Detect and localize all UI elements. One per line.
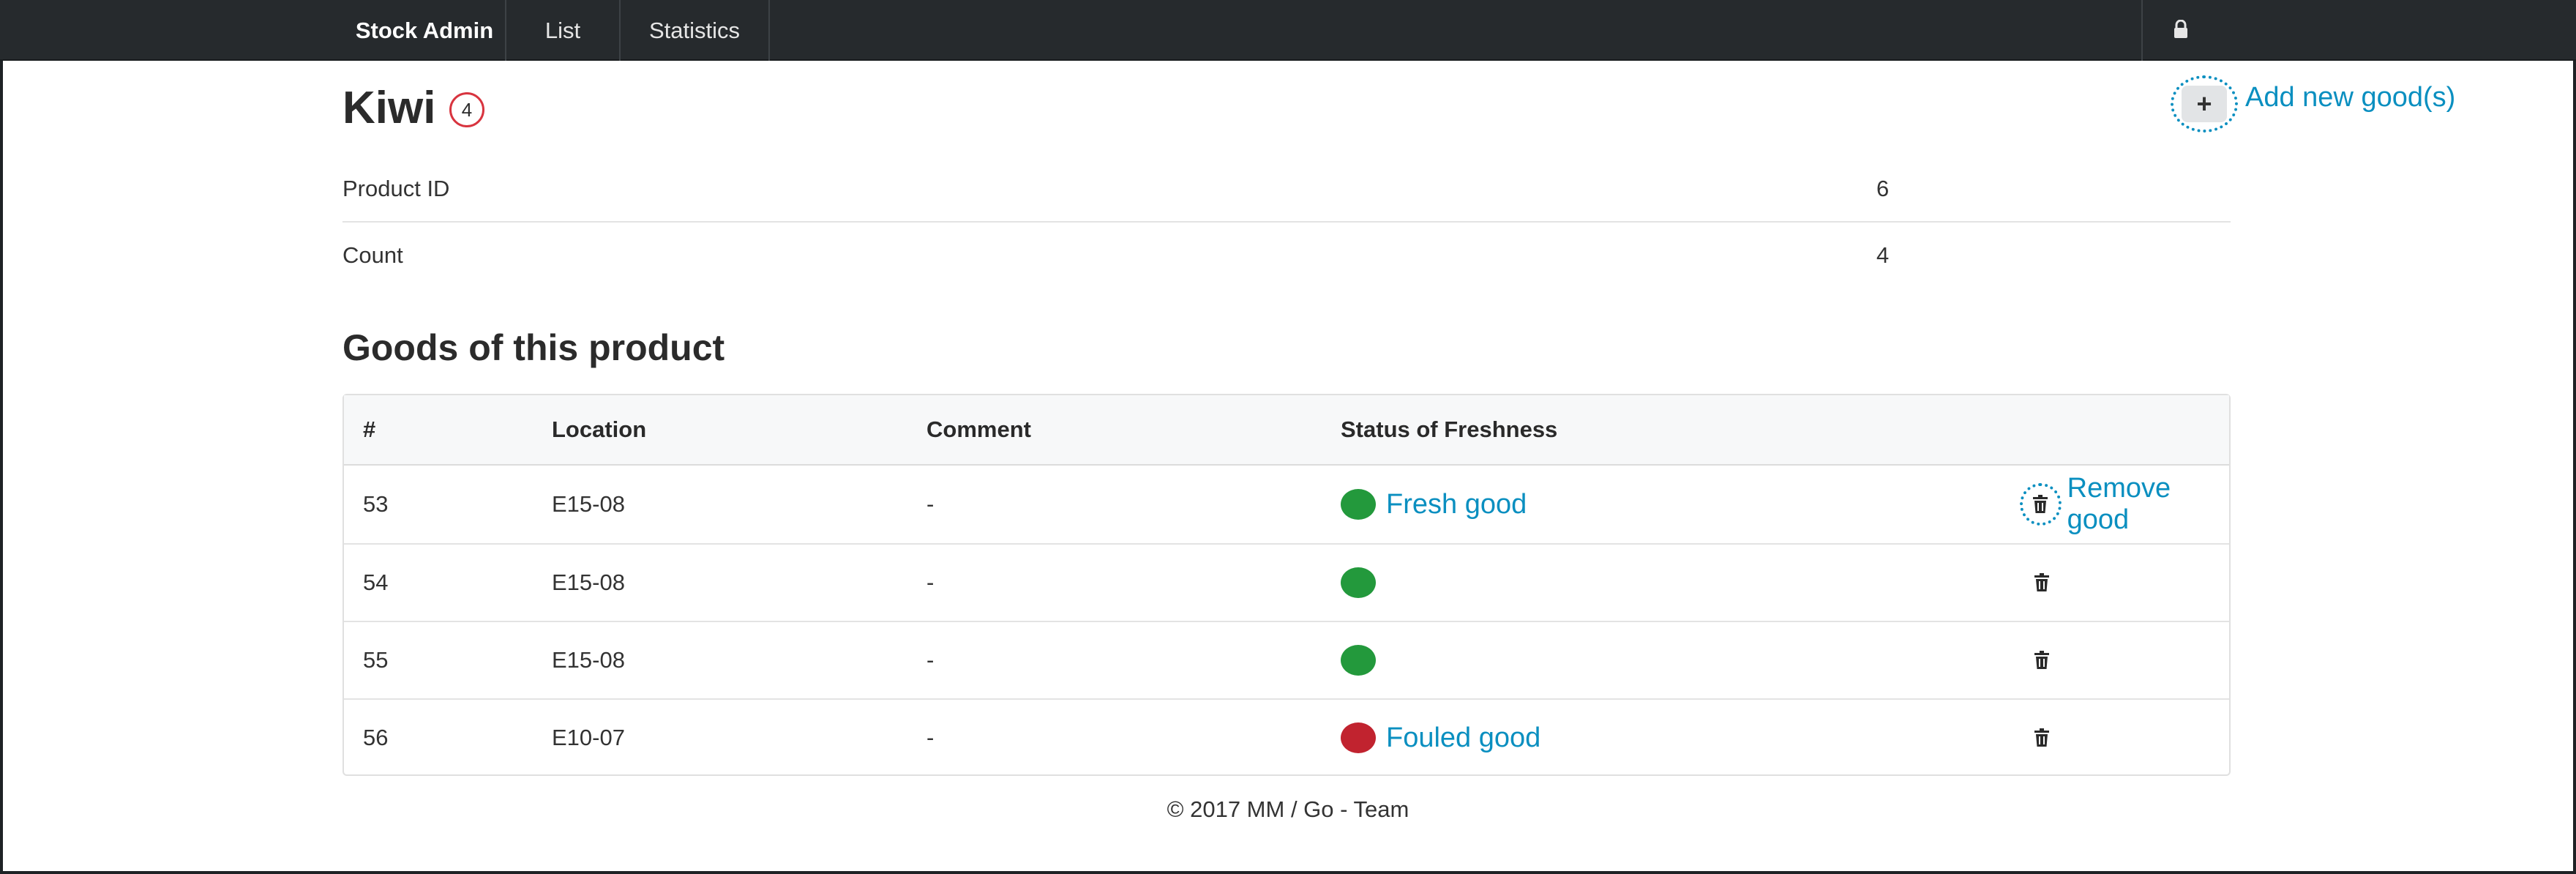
column-header-location: Location [552, 417, 647, 442]
fresh-status-dot [1341, 567, 1376, 598]
row-location: E15-08 [552, 647, 625, 673]
delete-cell [2020, 622, 2064, 698]
row-location: E15-08 [552, 569, 625, 595]
freshness-status: Fresh good [1341, 466, 1527, 543]
row-location: E15-08 [552, 491, 625, 517]
nav-item-statistics[interactable]: Statistics [621, 0, 770, 61]
info-label: Count [342, 242, 403, 268]
lock-icon[interactable] [2166, 15, 2195, 44]
trash-icon [2034, 573, 2049, 591]
column-header-number: # [363, 417, 376, 442]
page-title: Kiwi [342, 83, 436, 133]
row-comment: - [926, 725, 935, 750]
delete-cell [2020, 545, 2064, 621]
fresh-good-annotation: Fresh good [1386, 488, 1527, 520]
trash-icon [2034, 728, 2049, 747]
delete-button[interactable] [2020, 639, 2064, 681]
info-value: 6 [1876, 176, 1890, 201]
section-title: Goods of this product [342, 327, 725, 368]
nav-divider [2141, 0, 2143, 61]
column-header-freshness: Status of Freshness [1341, 417, 1558, 442]
row-comment: - [926, 647, 935, 673]
info-row-count: Count 4 [342, 223, 2231, 288]
fresh-status-dot [1341, 489, 1376, 520]
goods-table: # Location Comment Status of Freshness 5… [342, 394, 2231, 776]
row-location: E10-07 [552, 725, 625, 750]
row-id: 54 [363, 569, 389, 595]
table-row: 55 E15-08 - [344, 621, 2229, 698]
row-comment: - [926, 491, 935, 517]
delete-button[interactable] [2020, 483, 2062, 526]
table-row: 53 E15-08 - Fresh good Remove good [344, 466, 2229, 543]
freshness-status: Fouled good [1341, 700, 1540, 776]
table-header: # Location Comment Status of Freshness [344, 395, 2229, 466]
nav-item-list[interactable]: List [506, 0, 621, 61]
table-row: 54 E15-08 - [344, 543, 2229, 621]
nav-brand[interactable]: Stock Admin [344, 0, 506, 61]
row-comment: - [926, 569, 935, 595]
row-id: 56 [363, 725, 389, 750]
fresh-status-dot [1341, 645, 1376, 676]
delete-cell [2020, 700, 2064, 776]
freshness-status [1341, 545, 1376, 621]
fouled-good-annotation: Fouled good [1386, 722, 1541, 753]
delete-button[interactable] [2020, 717, 2064, 759]
delete-cell: Remove good [2020, 466, 2229, 543]
info-label: Product ID [342, 176, 450, 201]
trash-icon [2034, 651, 2049, 669]
add-goods-annotation: Add new good(s) [2245, 82, 2456, 113]
trash-icon [2033, 495, 2048, 513]
row-id: 53 [363, 491, 389, 517]
fouled-status-dot [1341, 722, 1376, 753]
plus-icon: + [2182, 86, 2227, 122]
remove-good-annotation: Remove good [2067, 473, 2171, 535]
footer-copyright: © 2017 MM / Go - Team [1167, 796, 1409, 822]
add-goods-button[interactable]: + [2171, 75, 2238, 132]
table-row: 56 E10-07 - Fouled good [344, 698, 2229, 776]
freshness-status [1341, 622, 1376, 698]
info-row-product-id: Product ID 6 [342, 157, 2231, 223]
delete-button[interactable] [2020, 561, 2064, 604]
row-id: 55 [363, 647, 389, 673]
top-navbar: Stock Admin List Statistics [0, 0, 2576, 61]
info-value: 4 [1876, 242, 1890, 268]
column-header-comment: Comment [926, 417, 1031, 442]
count-badge: 4 [449, 92, 484, 127]
